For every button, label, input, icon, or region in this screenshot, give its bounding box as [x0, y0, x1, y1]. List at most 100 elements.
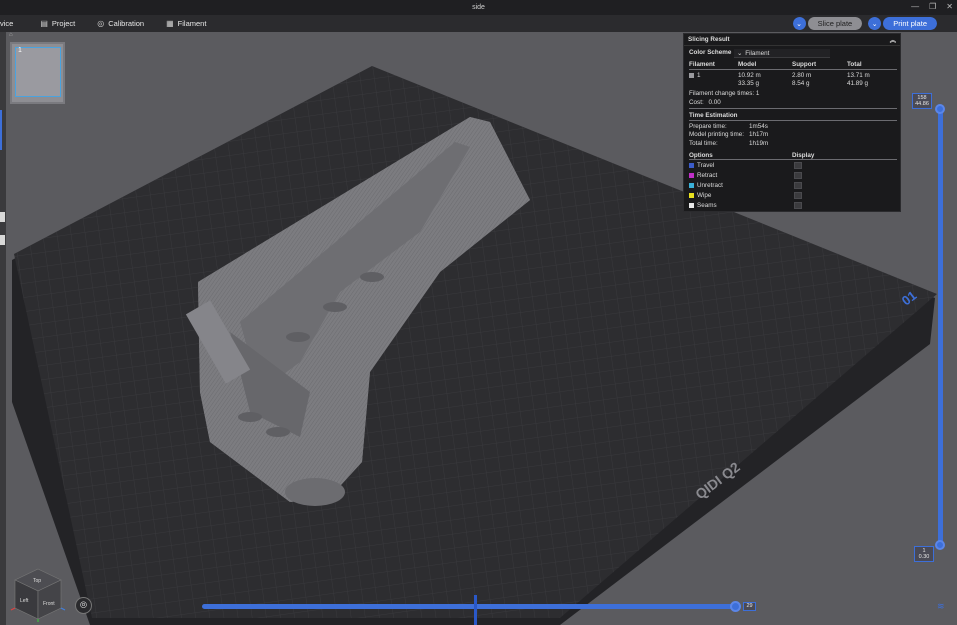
title-bar: side — ❐ ✕ — [0, 0, 957, 15]
filament-id: 1 — [689, 72, 701, 79]
display-header: Display — [792, 152, 815, 159]
retract-display-checkbox[interactable] — [794, 172, 802, 179]
layer-slider-bottom-handle[interactable] — [935, 540, 945, 550]
project-icon: ▤ — [40, 19, 48, 28]
cube-left-label: Left — [20, 598, 29, 604]
model-weight: 33.35 g — [738, 80, 760, 87]
model-time-value: 1h17m — [749, 131, 769, 138]
edge-marker — [0, 212, 5, 222]
layer-slider[interactable] — [938, 108, 943, 545]
move-slider[interactable] — [202, 604, 738, 609]
chevron-down-icon: ⌄ — [737, 49, 743, 57]
layer-slider-top-handle[interactable] — [935, 104, 945, 114]
unretract-swatch — [689, 182, 694, 188]
divider — [689, 69, 897, 70]
chevron-down-icon[interactable]: ⌄ — [868, 17, 882, 30]
support-length: 2.80 m — [792, 72, 812, 79]
bottom-layer-height: 0.30 — [918, 554, 930, 560]
plate-thumbnail-selection — [15, 47, 61, 97]
travel-swatch — [689, 162, 694, 168]
color-scheme-label: Color Scheme — [689, 49, 732, 56]
filament-icon: ▦ — [166, 19, 174, 28]
retract-swatch — [689, 172, 694, 178]
top-layer-height: 44.86 — [915, 101, 929, 107]
chevron-down-icon[interactable]: ⌄ — [792, 17, 806, 30]
filament-change-times: Filament change times: 1 — [689, 90, 760, 97]
unretract-display-checkbox[interactable] — [794, 182, 802, 189]
restore-icon[interactable]: ❐ — [929, 2, 936, 11]
tab-device[interactable]: vice — [0, 19, 13, 28]
option-wipe: Wipe — [689, 192, 711, 199]
minimize-icon[interactable]: — — [911, 2, 919, 11]
col-header-model: Model — [738, 61, 757, 68]
tab-filament-label: Filament — [177, 19, 207, 28]
total-time-value: 1h19m — [749, 140, 769, 147]
print-plate-label: Print plate — [883, 17, 937, 30]
move-slider-marker — [474, 595, 477, 625]
panel-header: Slicing Result ︽ — [684, 34, 900, 46]
options-header: Options — [689, 152, 713, 159]
model-time-label: Model printing time: — [689, 131, 744, 138]
cube-top-label: Top — [33, 578, 41, 584]
app-window: side — ❐ ✕ vice ▤ Project ◎ Calibration … — [0, 0, 957, 625]
collapse-up-icon[interactable]: ︽ — [890, 35, 896, 44]
view-cube[interactable]: Top Left Front — [9, 565, 67, 623]
seams-swatch — [689, 202, 694, 208]
option-retract: Retract — [689, 172, 717, 179]
prepare-time-label: Prepare time: — [689, 123, 727, 130]
window-title: side — [472, 4, 485, 11]
divider — [689, 159, 897, 160]
col-header-support: Support — [792, 61, 817, 68]
close-icon[interactable]: ✕ — [946, 2, 953, 11]
move-slider-value: 29 — [743, 602, 756, 611]
plate-thumbnail-panel: ⌂ 1 — [9, 32, 66, 106]
total-weight: 41.89 g — [847, 80, 869, 87]
time-estimation-title: Time Estimation — [689, 112, 738, 119]
edge-marker — [0, 110, 2, 150]
seams-display-checkbox[interactable] — [794, 202, 802, 209]
slicing-result-panel: Slicing Result ︽ Color Scheme ⌄ Filament… — [683, 33, 901, 212]
cost: Cost: 0.00 — [689, 99, 721, 106]
plate-number: 1 — [18, 47, 22, 54]
option-seams: Seams — [689, 202, 717, 209]
tab-project[interactable]: ▤ Project — [40, 19, 75, 28]
color-scheme-select[interactable]: ⌄ Filament — [734, 49, 830, 58]
fit-view-icon[interactable]: ⦾ — [75, 597, 92, 614]
tab-project-label: Project — [51, 19, 76, 28]
col-header-total: Total — [847, 61, 862, 68]
total-time-label: Total time: — [689, 140, 718, 147]
slice-plate-button[interactable]: ⌄ Slice plate — [792, 17, 863, 30]
option-travel: Travel — [689, 162, 714, 169]
main-toolbar: vice ▤ Project ◎ Calibration ▦ Filament … — [0, 15, 957, 32]
divider — [689, 108, 897, 109]
slice-plate-label: Slice plate — [807, 17, 863, 30]
wipe-swatch — [689, 192, 694, 198]
col-header-filament: Filament — [689, 61, 715, 68]
divider — [689, 120, 897, 121]
model-length: 10.92 m — [738, 72, 761, 79]
collapse-icon[interactable]: ⌂ — [9, 32, 17, 40]
left-sidebar-edge — [0, 32, 6, 625]
move-slider-handle[interactable] — [730, 601, 741, 612]
plate-thumbnail[interactable]: 1 — [10, 42, 65, 104]
color-scheme-value: Filament — [745, 49, 770, 57]
window-controls: — ❐ ✕ — [911, 2, 953, 11]
wipe-display-checkbox[interactable] — [794, 192, 802, 199]
tab-calibration[interactable]: ◎ Calibration — [97, 19, 144, 28]
layer-top-label: 158 44.86 — [912, 93, 932, 109]
prepare-time-value: 1m54s — [749, 123, 768, 130]
filament-swatch — [689, 72, 694, 78]
travel-display-checkbox[interactable] — [794, 162, 802, 169]
edge-marker — [0, 235, 5, 245]
print-plate-button[interactable]: ⌄ Print plate — [868, 17, 937, 30]
tab-filament[interactable]: ▦ Filament — [166, 19, 206, 28]
calibration-icon: ◎ — [97, 19, 105, 28]
layer-bottom-label: 1 0.30 — [914, 546, 934, 562]
option-unretract: Unretract — [689, 182, 723, 189]
total-length: 13.71 m — [847, 72, 870, 79]
layers-icon[interactable]: ≋ — [937, 601, 945, 612]
tab-calibration-label: Calibration — [108, 19, 145, 28]
support-weight: 8.54 g — [792, 80, 810, 87]
cube-front-label: Front — [43, 601, 55, 607]
panel-title: Slicing Result — [688, 36, 730, 43]
